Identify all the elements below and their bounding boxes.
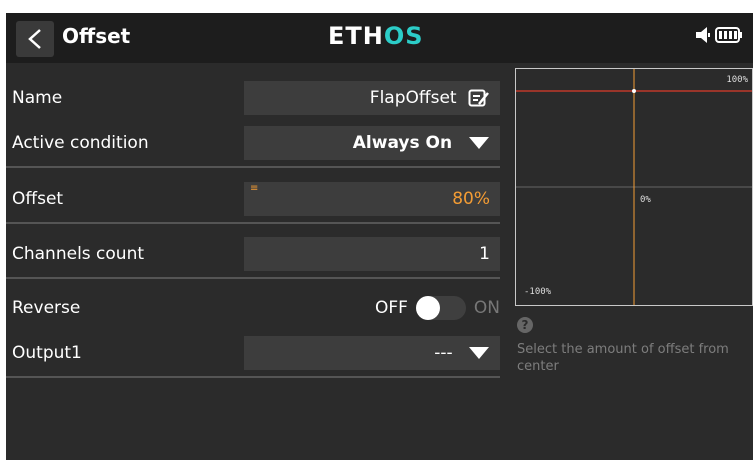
toggle-off-label: OFF	[374, 298, 408, 318]
graph-bottom-label: -100%	[524, 287, 552, 297]
channels-count-label: Channels count	[12, 244, 145, 264]
name-value: FlapOffset	[369, 88, 457, 108]
help-text: Select the amount of offset from center	[517, 342, 729, 374]
logo-accent-text: OS	[383, 22, 424, 50]
name-field[interactable]: FlapOffset	[244, 81, 500, 115]
channels-count-field[interactable]: 1	[244, 237, 500, 271]
ethos-logo: ETHOS	[328, 22, 424, 50]
offset-marker: ≡	[250, 183, 259, 194]
name-label: Name	[12, 88, 63, 108]
divider	[6, 222, 500, 224]
offset-value: 80%	[452, 189, 490, 209]
graph-current-point	[632, 89, 636, 93]
offset-graph: 100% 0% -100%	[515, 68, 753, 306]
dropdown-arrow-icon	[469, 137, 489, 149]
reverse-row: Reverse OFF ON	[6, 283, 506, 333]
toggle-knob	[415, 296, 440, 320]
dropdown-arrow-icon	[469, 347, 489, 359]
name-row: Name FlapOffset	[6, 73, 506, 123]
graph-canvas	[516, 69, 752, 305]
channels-count-row: Channels count 1	[6, 229, 506, 279]
active-condition-select[interactable]: Always On	[244, 126, 500, 160]
battery-icon	[715, 27, 742, 43]
active-condition-label: Active condition	[12, 133, 149, 153]
offset-row: Offset ≡ 80%	[6, 174, 506, 224]
status-icons	[695, 26, 743, 44]
divider	[6, 277, 500, 279]
divider	[6, 376, 500, 378]
output1-row: Output1 ---	[6, 328, 506, 378]
active-condition-value: Always On	[352, 133, 453, 153]
output1-value: ---	[434, 343, 453, 363]
offset-label: Offset	[12, 189, 64, 209]
output1-select[interactable]: ---	[244, 336, 500, 370]
reverse-label: Reverse	[12, 298, 81, 318]
channels-count-value: 1	[479, 244, 490, 264]
header-bar: Offset ETHOS	[6, 13, 753, 63]
logo-text: ETH	[328, 22, 384, 50]
reverse-toggle[interactable]: OFF ON	[375, 291, 500, 325]
graph-top-label: 100%	[726, 75, 748, 85]
toggle-on-label: ON	[473, 298, 500, 318]
toggle-switch[interactable]	[415, 296, 466, 320]
back-button[interactable]	[16, 21, 54, 57]
output1-label: Output1	[12, 343, 82, 363]
offset-field[interactable]: ≡ 80%	[244, 182, 500, 216]
speaker-icon	[696, 27, 710, 43]
divider	[6, 166, 500, 168]
graph-center-label: 0%	[640, 195, 651, 205]
page-title: Offset	[62, 24, 131, 48]
screen: Offset ETHOS Name FlapOffset Active cond…	[6, 13, 753, 460]
chevron-left-icon	[28, 29, 41, 49]
active-condition-row: Active condition Always On	[6, 118, 506, 168]
edit-icon[interactable]	[468, 88, 490, 108]
help-icon[interactable]: ?	[517, 317, 533, 333]
